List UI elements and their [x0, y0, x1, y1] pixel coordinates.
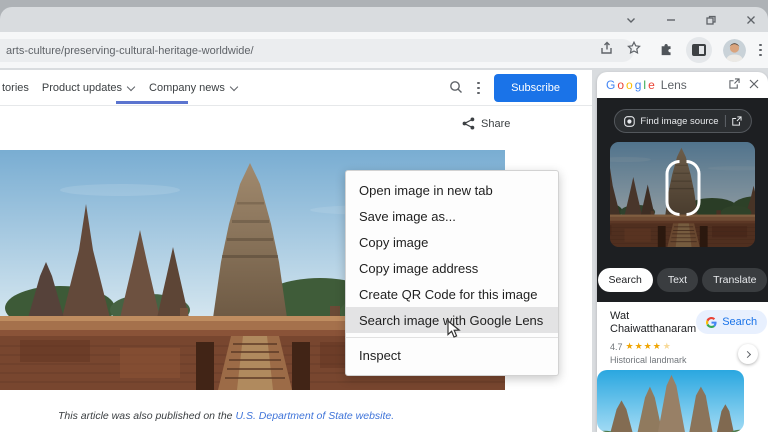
- carousel-next-button[interactable]: [738, 344, 758, 364]
- menu-item-create-qr-code[interactable]: Create QR Code for this image: [346, 281, 558, 307]
- image-context-menu: Open image in new tab Save image as... C…: [345, 170, 559, 376]
- google-g-icon: [706, 317, 717, 328]
- extensions-puzzle-icon[interactable]: [659, 40, 675, 61]
- browser-toolbar: arts-culture/preserving-cultural-heritag…: [0, 32, 768, 68]
- lens-close-icon[interactable]: [749, 76, 759, 94]
- menu-item-inspect[interactable]: Inspect: [346, 342, 558, 368]
- window-titlebar: [0, 7, 768, 32]
- lens-selection-brackets[interactable]: [665, 160, 700, 216]
- chevron-down-icon: [127, 82, 135, 90]
- result-name-line1: Wat: [610, 310, 696, 323]
- lens-tab-translate[interactable]: Translate: [702, 268, 767, 292]
- star-rating-icons: ★★★★: [626, 341, 662, 352]
- header-divider: [0, 105, 592, 106]
- nav-item-product-updates[interactable]: Product updates: [42, 82, 134, 94]
- lens-tab-text[interactable]: Text: [657, 268, 698, 292]
- lens-panel-header: Google Lens: [597, 72, 768, 98]
- nav-item-stories[interactable]: tories: [2, 82, 29, 94]
- active-tab-underline: [116, 101, 188, 104]
- address-bar[interactable]: arts-culture/preserving-cultural-heritag…: [0, 39, 634, 62]
- lens-icon: [623, 116, 634, 127]
- nav-item-company-news[interactable]: Company news: [149, 82, 237, 94]
- lens-title: Lens: [661, 78, 726, 92]
- window-menu-chevron-icon[interactable]: [624, 13, 638, 27]
- window-minimize-icon[interactable]: [664, 13, 678, 27]
- lens-mode-tabs: Search Text Translate: [597, 268, 768, 292]
- lens-results: Wat Chaiwatthanaram 4.7 ★★★★★ Historical…: [597, 302, 768, 432]
- site-search-icon[interactable]: [449, 80, 463, 97]
- menu-item-copy-image-address[interactable]: Copy image address: [346, 255, 558, 281]
- bookmark-star-icon[interactable]: [626, 40, 642, 61]
- menu-item-save-image-as[interactable]: Save image as...: [346, 203, 558, 229]
- chevron-down-icon: [230, 82, 238, 90]
- lens-image-preview[interactable]: [610, 142, 755, 247]
- google-search-button-label: Search: [722, 316, 757, 328]
- share-control[interactable]: Share: [462, 117, 510, 130]
- result-name-line2: Chaiwatthanaram: [610, 323, 696, 336]
- site-navigation: tories Product updates Company news Subs…: [0, 70, 592, 106]
- site-more-options-icon[interactable]: [475, 82, 482, 95]
- side-panel-icon[interactable]: [686, 37, 712, 63]
- window-close-icon[interactable]: [744, 13, 758, 27]
- menu-item-open-image-new-tab[interactable]: Open image in new tab: [346, 177, 558, 203]
- mouse-cursor: [447, 320, 464, 344]
- address-bar-url: arts-culture/preserving-cultural-heritag…: [6, 45, 254, 57]
- subscribe-button[interactable]: Subscribe: [494, 74, 577, 102]
- find-image-source-button[interactable]: Find image source: [613, 109, 751, 133]
- lens-tab-search[interactable]: Search: [598, 268, 653, 292]
- share-export-icon[interactable]: [599, 40, 615, 61]
- article-footnote: This article was also published on the U…: [58, 410, 394, 422]
- google-lens-panel: Google Lens Find image source: [597, 72, 768, 432]
- share-icon: [462, 117, 475, 130]
- footnote-text: This article was also published on the: [58, 410, 235, 422]
- lens-capture-area: Find image source Search Text Translate: [597, 98, 768, 302]
- google-logo: G: [606, 78, 615, 92]
- google-search-button[interactable]: Search: [696, 310, 767, 334]
- pill-divider: [725, 115, 726, 127]
- result-category: Historical landmark: [610, 355, 696, 365]
- chevron-right-icon: [743, 350, 750, 357]
- browser-more-options-icon[interactable]: [757, 44, 764, 57]
- related-image-thumbnail[interactable]: [597, 370, 744, 432]
- footnote-link[interactable]: U.S. Department of State website.: [235, 410, 394, 422]
- open-in-new-icon[interactable]: [729, 76, 740, 94]
- screenshot-stage: arts-culture/preserving-cultural-heritag…: [0, 0, 768, 432]
- profile-avatar[interactable]: [723, 39, 746, 62]
- find-image-source-label: Find image source: [640, 116, 718, 127]
- result-rating: 4.7 ★★★★★: [610, 341, 696, 352]
- share-label: Share: [481, 118, 510, 130]
- window-restore-icon[interactable]: [704, 13, 718, 27]
- open-in-new-icon[interactable]: [732, 116, 742, 126]
- menu-item-copy-image[interactable]: Copy image: [346, 229, 558, 255]
